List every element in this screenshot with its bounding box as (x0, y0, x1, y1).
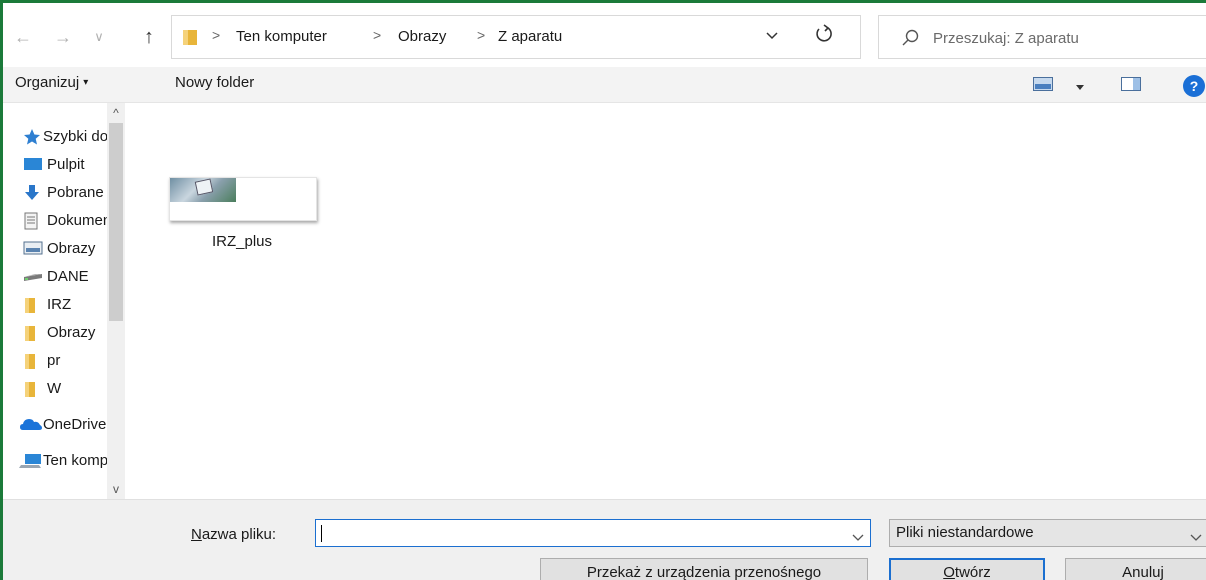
file-open-dialog: ← → ∨ ↑ > Ten komputer > Obrazy > Z apar… (0, 0, 1206, 580)
scroll-thumb[interactable] (109, 123, 123, 321)
breadcrumb-obrazy[interactable]: Obrazy (398, 28, 446, 45)
address-bar[interactable]: > Ten komputer > Obrazy > Z aparatu (171, 15, 861, 59)
scroll-down-icon[interactable]: v (107, 479, 125, 499)
upload-from-portable-device-button[interactable]: Przekaż z urządzenia przenośnego (540, 558, 868, 580)
nav-label: OneDrive (43, 416, 107, 433)
cancel-button[interactable]: Anuluj (1065, 558, 1206, 580)
folder-icon (182, 28, 198, 50)
up-button[interactable]: ↑ (137, 25, 161, 49)
nav-item-pictures[interactable]: Obrazy (3, 235, 107, 263)
nav-label: Obrazy (47, 324, 96, 341)
nav-item-desktop[interactable]: Pulpit (3, 151, 107, 179)
breadcrumb-separator: > (373, 27, 382, 43)
filename-access-key: N (191, 526, 202, 543)
file-type-select[interactable]: Pliki niestandardowe (889, 519, 1206, 547)
chevron-down-icon (1190, 529, 1202, 546)
open-access-key: O (943, 564, 955, 580)
open-button-label: twórz (954, 564, 991, 580)
image-thumbnail-icon (169, 177, 317, 221)
caret-down-icon: ▾ (83, 77, 89, 88)
address-row: ← → ∨ ↑ > Ten komputer > Obrazy > Z apar… (3, 3, 1206, 67)
breadcrumb-z-aparatu[interactable]: Z aparatu (498, 28, 562, 45)
filename-combobox[interactable] (315, 519, 871, 547)
forward-button[interactable]: → (51, 25, 75, 49)
nav-label: DANE (47, 268, 89, 285)
dialog-footer: Nazwa pliku: Pliki niestandardowe Przeka… (3, 499, 1206, 580)
nav-scrollbar[interactable]: ^ v (107, 103, 125, 499)
preview-pane-icon[interactable] (1121, 77, 1141, 95)
text-cursor (321, 525, 322, 542)
search-input[interactable] (933, 27, 1203, 49)
breadcrumb-separator: > (477, 27, 486, 43)
breadcrumb-ten-komputer[interactable]: Ten komputer (236, 28, 327, 45)
refresh-icon[interactable] (811, 21, 847, 47)
view-options-caret-icon[interactable] (1075, 79, 1085, 96)
nav-label: Pulpit (47, 156, 85, 173)
open-button[interactable]: Otwórz (889, 558, 1045, 580)
up-arrow-icon: ↑ (144, 26, 154, 48)
search-icon (901, 28, 921, 52)
recent-locations-button[interactable]: ∨ (87, 25, 111, 49)
file-item[interactable]: IRZ_plus (167, 175, 317, 265)
nav-item-drive[interactable]: DANE (3, 263, 107, 291)
nav-item-folder-w[interactable]: W (3, 375, 107, 403)
nav-label: W (47, 380, 62, 397)
organize-menu[interactable]: Organizuj ▾ (15, 74, 88, 91)
nav-item-downloads[interactable]: Pobrane (3, 179, 107, 207)
nav-item-folder-irz[interactable]: IRZ (3, 291, 107, 319)
pictures-icon (23, 240, 43, 258)
back-arrow-icon: ← (14, 27, 32, 47)
chevron-down-icon[interactable] (852, 529, 864, 546)
filename-label-text: azwa pliku: (201, 526, 277, 543)
file-list-area: IRZ_plus (125, 103, 1206, 499)
breadcrumb-separator: > (212, 27, 221, 43)
computer-icon (19, 452, 41, 470)
nav-item-folder-pr[interactable]: pr (3, 347, 107, 375)
nav-item-this-pc[interactable]: Ten komputer (3, 447, 107, 475)
nav-item-folder-obrazy[interactable]: Obrazy (3, 319, 107, 347)
nav-label: pr (47, 352, 61, 369)
nav-label: IRZ (47, 296, 72, 313)
nav-item-onedrive[interactable]: OneDrive (3, 411, 107, 439)
nav-item-documents[interactable]: Dokumenty (3, 207, 107, 235)
change-view-icon[interactable] (1033, 77, 1053, 95)
folder-icon (23, 296, 43, 314)
nav-label: Ten komputer (43, 452, 107, 469)
file-type-value: Pliki niestandardowe (896, 524, 1034, 541)
filename-input[interactable] (320, 523, 840, 543)
command-toolbar: Organizuj ▾ Nowy folder ? (3, 67, 1206, 103)
download-icon (23, 184, 43, 202)
back-button[interactable]: ← (11, 25, 35, 49)
thumbnail-image (170, 178, 236, 202)
new-folder-button[interactable]: Nowy folder (175, 74, 254, 91)
nav-item-quick-access[interactable]: Szybki dostęp (3, 123, 107, 151)
nav-label: Szybki dostęp (43, 128, 107, 145)
document-icon (23, 212, 43, 230)
star-icon (23, 128, 43, 146)
folder-icon (23, 352, 43, 370)
nav-label: Obrazy (47, 240, 96, 257)
chevron-down-icon: ∨ (94, 29, 104, 44)
nav-label: Pobrane (47, 184, 104, 201)
file-name: IRZ_plus (211, 233, 273, 250)
folder-icon (23, 380, 43, 398)
forward-arrow-icon: → (54, 27, 72, 47)
drive-icon (23, 268, 43, 286)
search-box[interactable] (878, 15, 1206, 59)
folder-icon (23, 324, 43, 342)
scroll-up-icon[interactable]: ^ (107, 103, 125, 123)
desktop-icon (23, 156, 43, 174)
organize-label: Organizuj (15, 74, 80, 91)
onedrive-icon (19, 416, 42, 434)
help-icon[interactable]: ? (1183, 75, 1205, 97)
filename-label: Nazwa pliku: (191, 526, 276, 543)
address-dropdown-icon[interactable] (765, 27, 781, 40)
nav-label: Dokumenty (47, 212, 107, 229)
